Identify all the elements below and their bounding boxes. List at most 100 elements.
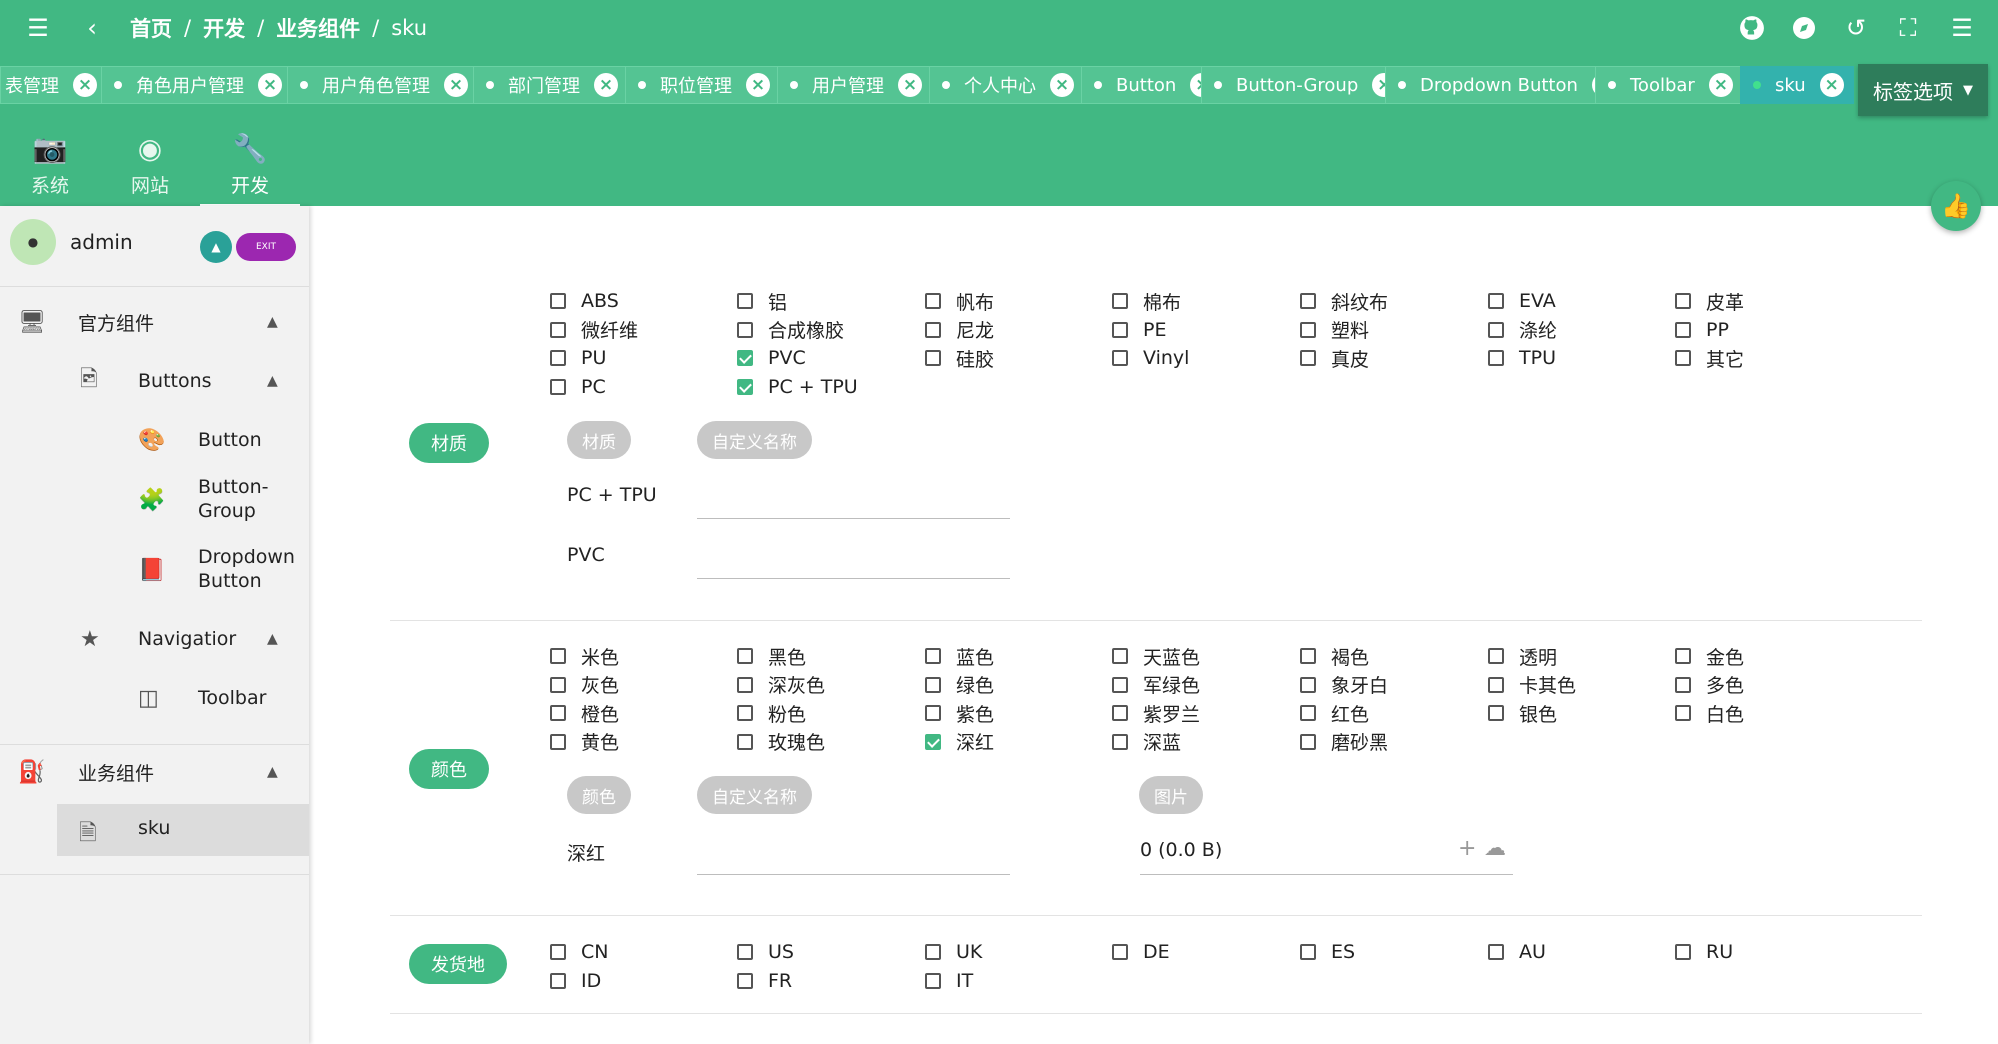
- thumb-up-icon[interactable]: 👍: [1931, 181, 1981, 231]
- breadcrumb-business[interactable]: 业务组件: [276, 13, 360, 43]
- sidebar-item-navigator[interactable]: ★ Navigatior ▲: [0, 619, 309, 659]
- color-checkbox[interactable]: 紫色: [925, 700, 994, 726]
- close-icon[interactable]: ×: [258, 73, 282, 97]
- tab-dev[interactable]: 🔧 开发: [200, 126, 300, 207]
- material-checkbox[interactable]: 其它: [1675, 345, 1744, 371]
- tab-11[interactable]: sku ×: [1740, 66, 1854, 104]
- color-checkbox[interactable]: 银色: [1488, 700, 1557, 726]
- sidebar-item-buttons[interactable]: 🖻 Buttons ▲: [0, 361, 309, 401]
- color-checkbox[interactable]: 天蓝色: [1112, 643, 1200, 669]
- tab-8[interactable]: Button-Group×: [1201, 66, 1407, 104]
- sidebar-item-official[interactable]: 🖥 官方组件 ▲: [0, 302, 309, 342]
- tab-2[interactable]: 用户角色管理 ×: [287, 66, 478, 104]
- material-checkbox[interactable]: PP: [1675, 317, 1729, 343]
- fullscreen-icon[interactable]: ⛶: [1892, 12, 1924, 44]
- close-icon[interactable]: ×: [444, 73, 468, 97]
- plus-icon[interactable]: +: [1458, 836, 1476, 861]
- color-checkbox[interactable]: 透明: [1488, 643, 1557, 669]
- shipping-checkbox[interactable]: ES: [1300, 939, 1355, 965]
- image-upload-field[interactable]: [1140, 874, 1513, 875]
- tab-0[interactable]: 表管理 ×: [0, 66, 107, 104]
- shipping-checkbox[interactable]: ID: [550, 968, 601, 994]
- github-icon[interactable]: [1736, 12, 1768, 44]
- cloud-upload-icon[interactable]: ☁: [1484, 836, 1506, 861]
- close-icon[interactable]: ×: [73, 73, 97, 97]
- close-icon[interactable]: ×: [1050, 73, 1074, 97]
- material-checkbox[interactable]: 塑料: [1300, 317, 1369, 343]
- color-checkbox[interactable]: 灰色: [550, 672, 619, 698]
- back-icon[interactable]: ‹: [76, 12, 108, 44]
- tab-system[interactable]: 📷 系统: [0, 126, 100, 204]
- color-checkbox[interactable]: 粉色: [737, 700, 806, 726]
- material-checkbox[interactable]: Vinyl: [1112, 345, 1189, 371]
- color-checkbox[interactable]: 金色: [1675, 643, 1744, 669]
- tab-website[interactable]: ◉ 网站: [100, 126, 200, 204]
- close-icon[interactable]: ×: [1819, 73, 1844, 97]
- material-checkbox[interactable]: 皮革: [1675, 288, 1744, 314]
- color-checkbox[interactable]: 黄色: [550, 729, 619, 755]
- shipping-checkbox[interactable]: FR: [737, 968, 792, 994]
- tab-10[interactable]: Toolbar ×: [1595, 66, 1743, 104]
- color-checkbox[interactable]: 磨砂黑: [1300, 729, 1388, 755]
- material-checkbox[interactable]: PC + TPU: [737, 374, 858, 400]
- material-custom-input[interactable]: [697, 518, 1010, 519]
- material-checkbox[interactable]: 合成橡胶: [737, 317, 844, 343]
- shipping-checkbox[interactable]: CN: [550, 939, 608, 965]
- color-checkbox[interactable]: 深红: [925, 729, 994, 755]
- color-checkbox[interactable]: 黑色: [737, 643, 806, 669]
- material-checkbox[interactable]: ABS: [550, 288, 619, 314]
- material-checkbox[interactable]: PU: [550, 345, 606, 371]
- tab-6[interactable]: 个人中心 ×: [929, 66, 1084, 104]
- tab-5[interactable]: 用户管理 ×: [777, 66, 932, 104]
- color-checkbox[interactable]: 深蓝: [1112, 729, 1181, 755]
- material-checkbox[interactable]: 硅胶: [925, 345, 994, 371]
- color-checkbox[interactable]: 深灰色: [737, 672, 825, 698]
- material-checkbox[interactable]: 真皮: [1300, 345, 1369, 371]
- shipping-checkbox[interactable]: UK: [925, 939, 982, 965]
- color-checkbox[interactable]: 红色: [1300, 700, 1369, 726]
- sidebar-item-button-group[interactable]: 🧩 Button- Group: [0, 474, 309, 528]
- shipping-checkbox[interactable]: US: [737, 939, 794, 965]
- material-checkbox[interactable]: 帆布: [925, 288, 994, 314]
- color-checkbox[interactable]: 米色: [550, 643, 619, 669]
- material-custom-input[interactable]: [697, 578, 1010, 579]
- breadcrumb-home[interactable]: 首页: [130, 13, 172, 43]
- color-checkbox[interactable]: 绿色: [925, 672, 994, 698]
- breadcrumb-dev[interactable]: 开发: [203, 13, 245, 43]
- color-checkbox[interactable]: 多色: [1675, 672, 1744, 698]
- color-checkbox[interactable]: 褐色: [1300, 643, 1369, 669]
- close-icon[interactable]: ×: [594, 73, 618, 97]
- color-checkbox[interactable]: 橙色: [550, 700, 619, 726]
- material-checkbox[interactable]: PC: [550, 374, 606, 400]
- material-checkbox[interactable]: PVC: [737, 345, 806, 371]
- shipping-checkbox[interactable]: IT: [925, 968, 973, 994]
- sidebar-item-dropdown[interactable]: 📕 Dropdown Button: [0, 544, 309, 598]
- close-icon[interactable]: ×: [746, 73, 770, 97]
- color-checkbox[interactable]: 白色: [1675, 700, 1744, 726]
- shipping-checkbox[interactable]: RU: [1675, 939, 1733, 965]
- color-custom-input[interactable]: [697, 874, 1010, 875]
- sidebar-item-toolbar[interactable]: ◫ Toolbar: [0, 678, 309, 718]
- tag-options-button[interactable]: 标签选项 ▼: [1858, 64, 1988, 116]
- menu-icon[interactable]: ☰: [22, 12, 54, 44]
- shipping-checkbox[interactable]: DE: [1112, 939, 1170, 965]
- material-checkbox[interactable]: 微纤维: [550, 317, 638, 343]
- color-checkbox[interactable]: 象牙白: [1300, 672, 1388, 698]
- history-icon[interactable]: ↺: [1840, 12, 1872, 44]
- material-checkbox[interactable]: 涤纶: [1488, 317, 1557, 343]
- avatar[interactable]: ●: [10, 219, 56, 265]
- tab-3[interactable]: 部门管理 ×: [473, 66, 628, 104]
- material-checkbox[interactable]: 斜纹布: [1300, 288, 1388, 314]
- material-checkbox[interactable]: EVA: [1488, 288, 1556, 314]
- close-icon[interactable]: ×: [898, 73, 922, 97]
- tab-9[interactable]: Dropdown Button×: [1385, 66, 1626, 104]
- color-checkbox[interactable]: 蓝色: [925, 643, 994, 669]
- material-checkbox[interactable]: TPU: [1488, 345, 1556, 371]
- sidebar-item-button[interactable]: 🎨 Button: [0, 420, 309, 460]
- material-checkbox[interactable]: 尼龙: [925, 317, 994, 343]
- color-checkbox[interactable]: 卡其色: [1488, 672, 1576, 698]
- sidebar-item-business[interactable]: ⛽ 业务组件 ▲: [0, 752, 309, 792]
- sidebar-item-sku[interactable]: 🗎 sku: [57, 804, 309, 856]
- color-checkbox[interactable]: 紫罗兰: [1112, 700, 1200, 726]
- tab-4[interactable]: 职位管理 ×: [625, 66, 780, 104]
